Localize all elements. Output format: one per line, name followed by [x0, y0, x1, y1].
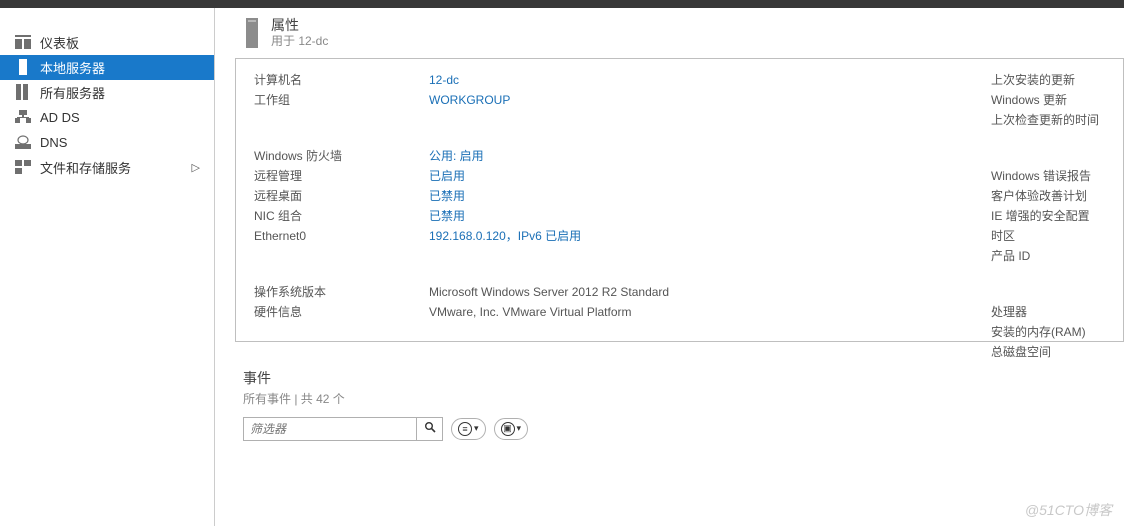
label-ram: 安装的内存(RAM) — [991, 323, 1099, 343]
row-remote-mgmt: 远程管理 已启用 — [254, 167, 1105, 187]
properties-subtitle: 用于 12-dc — [271, 34, 328, 50]
label-remote-mgmt: 远程管理 — [254, 167, 429, 184]
save-icon: ▣ — [501, 422, 515, 436]
row-hardware: 硬件信息 VMware, Inc. VMware Virtual Platfor… — [254, 303, 1105, 323]
label-ethernet: Ethernet0 — [254, 229, 429, 243]
window-titlebar — [0, 0, 1124, 8]
row-ethernet: Ethernet0 192.168.0.120，IPv6 已启用 — [254, 227, 1105, 247]
chevron-down-icon: ▾ — [474, 423, 479, 434]
events-toolbar: ≡ ▾ ▣ ▾ — [243, 417, 1124, 441]
value-firewall[interactable]: 公用: 启用 — [429, 147, 484, 164]
label-nic-team: NIC 组合 — [254, 207, 429, 224]
dns-icon — [14, 135, 32, 151]
label-computer-name: 计算机名 — [254, 71, 429, 88]
label-disk: 总磁盘空间 — [991, 343, 1099, 363]
sidebar: 仪表板 本地服务器 所有服务器 AD DS DNS — [0, 8, 215, 526]
label-firewall: Windows 防火墙 — [254, 147, 429, 164]
file-storage-icon — [14, 160, 32, 176]
sidebar-item-dashboard[interactable]: 仪表板 — [0, 30, 214, 55]
sidebar-item-local-server[interactable]: 本地服务器 — [0, 55, 214, 80]
search-icon — [424, 421, 436, 436]
sidebar-item-ad-ds[interactable]: AD DS — [0, 105, 214, 130]
label-last-update: 上次安装的更新 — [991, 71, 1099, 91]
sidebar-item-label: DNS — [40, 135, 67, 150]
label-ceip: 客户体验改善计划 — [991, 187, 1099, 207]
local-server-icon — [14, 59, 32, 77]
value-remote-desktop[interactable]: 已禁用 — [429, 187, 465, 204]
sidebar-item-label: AD DS — [40, 110, 80, 125]
sidebar-item-dns[interactable]: DNS — [0, 130, 214, 155]
label-last-check: 上次检查更新的时间 — [991, 111, 1099, 131]
label-os-version: 操作系统版本 — [254, 283, 429, 300]
server-icon — [243, 18, 261, 48]
value-nic-team[interactable]: 已禁用 — [429, 207, 465, 224]
value-workgroup[interactable]: WORKGROUP — [429, 93, 510, 107]
sidebar-item-label: 本地服务器 — [40, 58, 105, 77]
watermark: @51CTO博客 — [1025, 500, 1112, 520]
value-hardware: VMware, Inc. VMware Virtual Platform — [429, 305, 632, 319]
row-os-version: 操作系统版本 Microsoft Windows Server 2012 R2 … — [254, 283, 1105, 303]
label-ie-esc: IE 增强的安全配置 — [991, 207, 1099, 227]
properties-right-column: 上次安装的更新 Windows 更新 上次检查更新的时间 Windows 错误报… — [991, 71, 1099, 363]
ad-ds-icon — [14, 110, 32, 126]
events-subtitle: 所有事件 | 共 42 个 — [243, 390, 1124, 407]
sidebar-item-label: 仪表板 — [40, 33, 79, 52]
filter-input[interactable] — [244, 418, 416, 440]
filter-options-button[interactable]: ≡ ▾ — [451, 418, 486, 440]
filter-box — [243, 417, 443, 441]
label-hardware: 硬件信息 — [254, 303, 429, 320]
options-icon: ≡ — [458, 422, 472, 436]
label-processor: 处理器 — [991, 303, 1099, 323]
search-button[interactable] — [416, 418, 442, 440]
save-filter-button[interactable]: ▣ ▾ — [494, 418, 529, 440]
label-workgroup: 工作组 — [254, 91, 429, 108]
row-remote-desktop: 远程桌面 已禁用 — [254, 187, 1105, 207]
label-windows-update: Windows 更新 — [991, 91, 1099, 111]
value-os-version: Microsoft Windows Server 2012 R2 Standar… — [429, 285, 669, 299]
events-section: 事件 所有事件 | 共 42 个 — [235, 368, 1124, 407]
value-computer-name[interactable]: 12-dc — [429, 73, 459, 87]
row-workgroup: 工作组 WORKGROUP — [254, 91, 1105, 111]
events-title: 事件 — [243, 368, 1124, 388]
label-timezone: 时区 — [991, 227, 1099, 247]
row-firewall: Windows 防火墙 公用: 启用 — [254, 147, 1105, 167]
sidebar-item-label: 所有服务器 — [40, 83, 105, 102]
label-product-id: 产品 ID — [991, 247, 1099, 267]
dashboard-icon — [14, 35, 32, 51]
properties-panel: 计算机名 12-dc 工作组 WORKGROUP Windows 防火墙 公用:… — [235, 58, 1124, 342]
sidebar-item-all-servers[interactable]: 所有服务器 — [0, 80, 214, 105]
row-computer-name: 计算机名 12-dc — [254, 71, 1105, 91]
value-ethernet[interactable]: 192.168.0.120，IPv6 已启用 — [429, 227, 581, 244]
properties-header: 属性 用于 12-dc — [235, 8, 1124, 58]
main-content: 属性 用于 12-dc 计算机名 12-dc 工作组 WORKGROUP Win… — [215, 8, 1124, 526]
chevron-down-icon: ▾ — [517, 423, 522, 434]
sidebar-item-file-storage[interactable]: 文件和存储服务 ▷ — [0, 155, 214, 180]
properties-title: 属性 — [271, 16, 328, 34]
all-servers-icon — [14, 84, 32, 102]
label-remote-desktop: 远程桌面 — [254, 187, 429, 204]
value-remote-mgmt[interactable]: 已启用 — [429, 167, 465, 184]
sidebar-item-label: 文件和存储服务 — [40, 158, 131, 177]
label-error-report: Windows 错误报告 — [991, 167, 1099, 187]
chevron-right-icon: ▷ — [192, 161, 200, 174]
row-nic-team: NIC 组合 已禁用 — [254, 207, 1105, 227]
